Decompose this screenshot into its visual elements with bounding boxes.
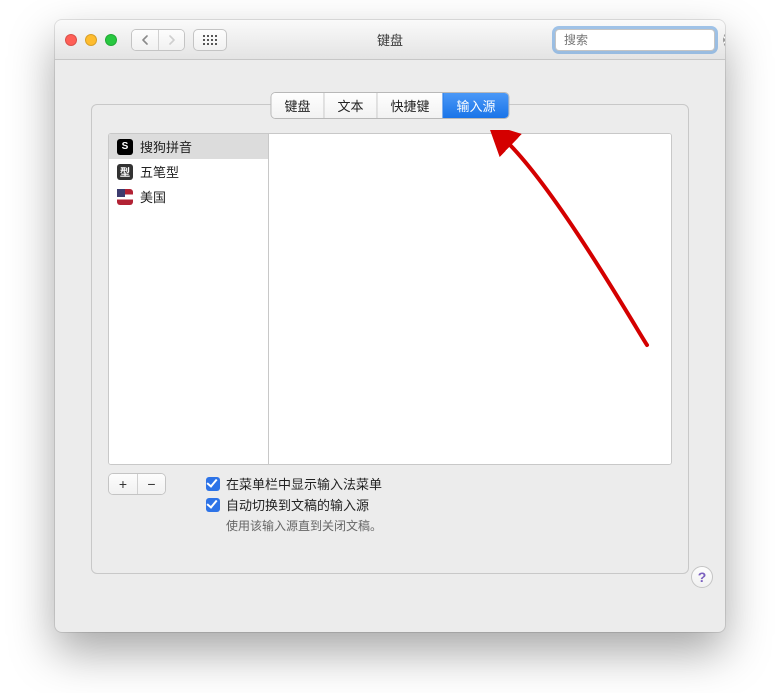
tab-text[interactable]: 文本: [323, 93, 376, 118]
wubi-icon: 型: [117, 164, 133, 180]
input-sources-panel: 键盘 文本 快捷键 输入源 S 搜狗拼音: [91, 104, 689, 574]
input-source-row[interactable]: S 搜狗拼音: [109, 134, 268, 159]
window-controls: [65, 34, 117, 46]
tab-shortcuts[interactable]: 快捷键: [377, 93, 443, 118]
back-button[interactable]: [132, 30, 158, 50]
checkbox-checked-icon: [206, 498, 220, 512]
help-button[interactable]: ?: [691, 566, 713, 588]
close-icon: [723, 36, 725, 44]
option-label: 在菜单栏中显示输入法菜单: [226, 474, 382, 493]
close-window-button[interactable]: [65, 34, 77, 46]
us-flag-icon: [117, 189, 133, 205]
auto-switch-option[interactable]: 自动切换到文稿的输入源: [206, 494, 382, 515]
show-all-button[interactable]: [193, 29, 227, 51]
add-input-source-button[interactable]: +: [109, 474, 137, 494]
split-view: S 搜狗拼音 型 五笔型 美国: [108, 133, 672, 465]
remove-input-source-button[interactable]: −: [137, 474, 165, 494]
input-source-detail: [269, 134, 671, 464]
tab-input-sources[interactable]: 输入源: [443, 93, 509, 118]
tab-keyboard[interactable]: 键盘: [271, 93, 323, 118]
show-input-in-menubar-option[interactable]: 在菜单栏中显示输入法菜单: [206, 473, 382, 494]
zoom-window-button[interactable]: [105, 34, 117, 46]
add-remove-group: + −: [108, 473, 166, 495]
sogou-icon: S: [117, 139, 133, 155]
search-input[interactable]: [564, 33, 719, 47]
search-field-wrap[interactable]: [555, 29, 715, 51]
minimize-window-button[interactable]: [85, 34, 97, 46]
options-group: 在菜单栏中显示输入法菜单 自动切换到文稿的输入源 使用该输入源直到关闭文稿。: [206, 473, 382, 534]
grid-icon: [203, 35, 217, 45]
pref-tabs: 键盘 文本 快捷键 输入源: [270, 92, 509, 119]
input-source-label: 搜狗拼音: [140, 137, 192, 156]
forward-button[interactable]: [158, 30, 184, 50]
input-source-row[interactable]: 美国: [109, 184, 268, 209]
input-source-row[interactable]: 型 五笔型: [109, 159, 268, 184]
option-label: 自动切换到文稿的输入源: [226, 495, 369, 514]
titlebar: 键盘: [55, 20, 725, 60]
checkbox-checked-icon: [206, 477, 220, 491]
input-source-list[interactable]: S 搜狗拼音 型 五笔型 美国: [109, 134, 269, 464]
window-body: 键盘 文本 快捷键 输入源 S 搜狗拼音: [55, 104, 725, 598]
option-subnote: 使用该输入源直到关闭文稿。: [226, 517, 382, 534]
clear-search-button[interactable]: [723, 33, 725, 47]
preferences-window: 键盘 键盘 文本 快捷键 输入源: [55, 20, 725, 632]
nav-back-forward: [131, 29, 185, 51]
input-source-label: 五笔型: [140, 162, 179, 181]
input-source-label: 美国: [140, 187, 166, 206]
